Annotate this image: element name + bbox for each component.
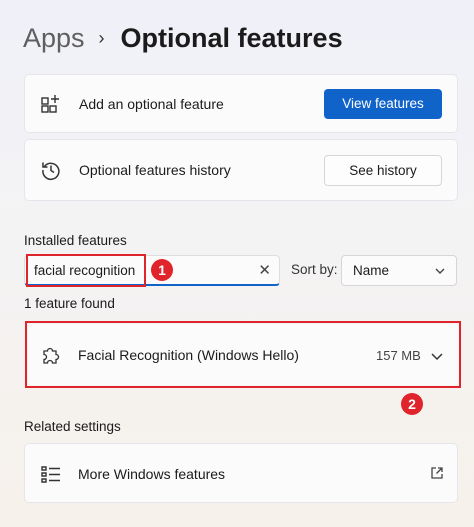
chevron-right-icon: ›: [98, 27, 105, 48]
more-windows-features-label: More Windows features: [78, 466, 226, 482]
add-optional-feature-label: Add an optional feature: [79, 95, 224, 112]
result-count: 1 feature found: [24, 296, 115, 311]
optional-features-history-label: Optional features history: [79, 162, 231, 178]
sort-by-dropdown[interactable]: Name: [341, 255, 457, 286]
sort-by-value: Name: [353, 263, 390, 278]
add-grid-icon: [41, 95, 59, 113]
callout-box-2: [25, 321, 461, 388]
installed-features-heading: Installed features: [24, 233, 127, 248]
see-history-button[interactable]: See history: [324, 154, 442, 186]
callout-badge-1: 1: [151, 259, 173, 281]
history-icon: [42, 162, 60, 181]
optional-features-history-card: Optional features history See history: [24, 139, 458, 201]
callout-box-1: [26, 254, 146, 287]
chevron-down-icon: [435, 268, 445, 274]
sort-by-label: Sort by:: [291, 262, 338, 277]
add-optional-feature-card: Add an optional feature View features: [24, 74, 458, 133]
list-icon: [41, 466, 60, 483]
view-features-button[interactable]: View features: [324, 88, 442, 119]
clear-icon[interactable]: ✕: [258, 261, 271, 279]
breadcrumb: Apps › Optional features: [23, 20, 343, 56]
open-external-icon: [431, 467, 443, 479]
breadcrumb-apps-link[interactable]: Apps: [23, 23, 85, 54]
related-settings-heading: Related settings: [24, 419, 121, 434]
page-title: Optional features: [120, 22, 343, 53]
callout-badge-2: 2: [401, 393, 423, 415]
